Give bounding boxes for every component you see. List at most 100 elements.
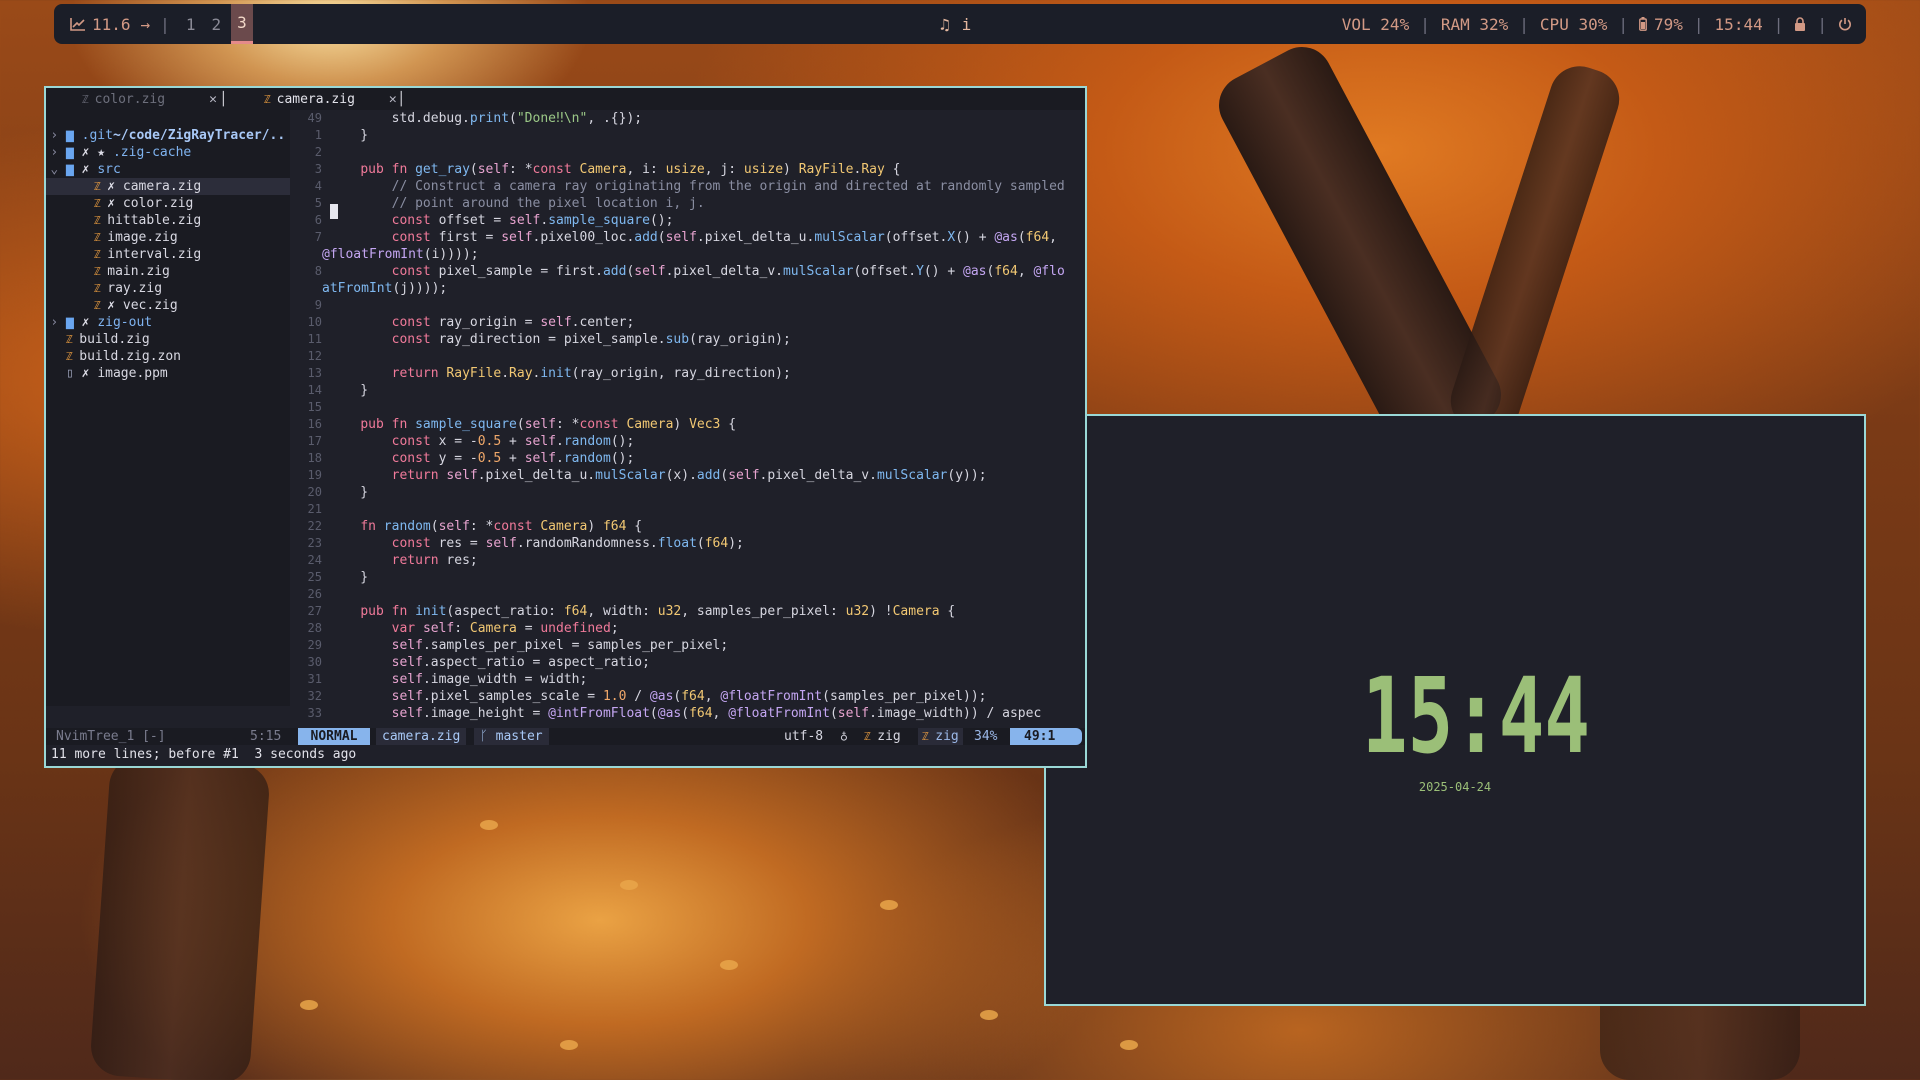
git-status-marks: ✗ <box>107 298 123 313</box>
file-icon: ▯ <box>66 366 82 381</box>
code-line[interactable]: pub fn init(aspect_ratio: f64, width: u3… <box>329 603 955 620</box>
line-number: 12 <box>307 349 322 363</box>
code-line[interactable]: const first = self.pixel00_loc.add(self.… <box>329 229 1057 246</box>
code-line[interactable]: atFromInt(j)))); <box>322 280 447 297</box>
line-number: 3 <box>314 162 322 176</box>
code-area[interactable]: 49 std.debug.print("Done‼\n", .{}); 1 } 2 3… <box>290 110 1085 721</box>
big-clock-text: 15:44 <box>1362 674 1590 768</box>
code-line[interactable]: self.pixel_samples_scale = 1.0 / @as(f64… <box>329 688 987 705</box>
tree-item-name: build.zig <box>79 332 150 347</box>
wallpaper-leaf <box>720 960 738 970</box>
folder-icon: ▆ <box>66 145 82 160</box>
tree-item[interactable]: › ▆ .git <box>46 127 290 144</box>
tab-divider: ▏ <box>400 92 409 107</box>
tree-item[interactable]: ℤ ✗ color.zig <box>46 195 290 212</box>
tree-item[interactable]: ℤ hittable.zig <box>46 212 290 229</box>
code-line[interactable]: return res; <box>329 552 478 569</box>
zig-file-icon: ℤ <box>94 180 108 193</box>
tree-item[interactable]: ℤ ✗ vec.zig <box>46 297 290 314</box>
chevron-down-icon[interactable]: ⌄ <box>50 162 66 177</box>
volume-status[interactable]: VOL 24% <box>1342 15 1409 34</box>
code-line[interactable]: self.image_width = width; <box>329 671 588 688</box>
separator: | <box>1817 14 1827 34</box>
line-number: 25 <box>307 570 322 584</box>
code-line[interactable]: self.image_height = @intFromFloat(@as(f6… <box>329 705 1042 722</box>
code-line[interactable]: const pixel_sample = first.add(self.pixe… <box>329 263 1065 280</box>
wallpaper-tree-trunk <box>1442 58 1628 442</box>
tree-item-name: .zig-cache <box>112 145 192 160</box>
branch-icon: ᚴ <box>480 729 496 744</box>
media-info: i <box>961 14 972 34</box>
line-number: 20 <box>307 485 322 499</box>
tree-item-name: camera.zig <box>122 179 202 194</box>
close-icon[interactable]: ✕ <box>209 92 217 107</box>
zig-file-icon: ℤ <box>864 730 878 743</box>
chevron-right-icon[interactable]: › <box>50 315 66 330</box>
code-line[interactable]: self.aspect_ratio = aspect_ratio; <box>329 654 650 671</box>
code-line[interactable]: return RayFile.Ray.init(ray_origin, ray_… <box>329 365 791 382</box>
lock-icon[interactable] <box>1794 17 1806 31</box>
line-number: 28 <box>307 621 322 635</box>
filetype-label: zig <box>877 729 901 744</box>
workspace-1[interactable]: 1 <box>180 4 202 44</box>
code-line[interactable]: var self: Camera = undefined; <box>329 620 619 637</box>
tree-item[interactable]: ℤ ray.zig <box>46 280 290 297</box>
topbar-left: 11.6 → | 1 2 3 <box>70 4 253 44</box>
tree-indent: › <box>46 127 66 144</box>
code-line[interactable]: // Construct a camera ray originating fr… <box>329 178 1065 195</box>
close-icon[interactable]: ✕ <box>389 92 397 107</box>
topbar-media[interactable]: ♫ i <box>940 4 971 44</box>
tree-item[interactable]: › ▆ ✗ ★ .zig-cache <box>46 144 290 161</box>
line-number: 29 <box>307 638 322 652</box>
workspace-3[interactable]: 3 <box>231 4 253 44</box>
code-line[interactable]: // point around the pixel location i, j. <box>329 195 705 212</box>
code-line[interactable]: } <box>329 569 368 586</box>
code-line[interactable]: const ray_origin = self.center; <box>329 314 635 331</box>
editor-window[interactable]: ℤ color.zig ✕ ▏ ℤ camera.zig ✕ ▏ ~/code/… <box>44 86 1087 768</box>
tree-item[interactable]: ℤ image.zig <box>46 229 290 246</box>
tree-item[interactable]: › ▆ ✗ zig-out <box>46 314 290 331</box>
code-line[interactable]: } <box>329 484 368 501</box>
cursor-position: 49:1 <box>1010 728 1082 745</box>
git-branch: ᚴ master <box>474 728 549 745</box>
code-line[interactable]: const x = -0.5 + self.random(); <box>329 433 635 450</box>
tab-divider: ▏ <box>222 92 231 107</box>
tree-item[interactable]: ⌄ ▆ ✗ src <box>46 161 290 178</box>
wallpaper-leaf <box>620 880 638 890</box>
code-line[interactable]: @floatFromInt(i)))); <box>322 246 479 263</box>
tree-item[interactable]: ℤ ✗ camera.zig <box>46 178 290 195</box>
tab-camera-zig[interactable]: ℤ camera.zig ✕ ▏ <box>264 91 409 108</box>
tree-item[interactable]: ▯ ✗ image.ppm <box>46 365 290 382</box>
tree-item[interactable]: ℤ interval.zig <box>46 246 290 263</box>
tab-color-zig[interactable]: ℤ color.zig ✕ ▏ <box>82 91 231 108</box>
code-line[interactable]: return self.pixel_delta_u.mulScalar(x).a… <box>329 467 987 484</box>
code-line[interactable]: pub fn sample_square(self: *const Camera… <box>329 416 736 433</box>
zig-file-icon: ℤ <box>94 231 108 244</box>
power-icon[interactable] <box>1838 17 1852 31</box>
code-line[interactable]: fn random(self: *const Camera) f64 { <box>329 518 642 535</box>
tree-item[interactable]: ℤ build.zig <box>46 331 290 348</box>
code-line[interactable]: self.samples_per_pixel = samples_per_pix… <box>329 637 729 654</box>
code-line[interactable]: const ray_direction = pixel_sample.sub(r… <box>329 331 791 348</box>
code-line[interactable]: } <box>329 127 368 144</box>
battery-status: 79% <box>1654 14 1683 34</box>
tree-root[interactable]: ~/code/ZigRayTracer/.. <box>66 110 310 143</box>
code-line[interactable]: std.debug.print("Done‼\n", .{}); <box>329 110 643 127</box>
graph-icon <box>70 17 86 31</box>
separator: | <box>1519 14 1529 34</box>
tree-item[interactable]: ℤ build.zig.zon <box>46 348 290 365</box>
linux-icon: ♁ <box>840 729 848 744</box>
chevron-right-icon[interactable]: › <box>50 145 66 160</box>
code-line[interactable]: const res = self.randomRandomness.float(… <box>329 535 744 552</box>
code-line[interactable]: const y = -0.5 + self.random(); <box>329 450 635 467</box>
workspace-2[interactable]: 2 <box>205 4 227 44</box>
code-line[interactable]: const offset = self.sample_square(); <box>329 212 674 229</box>
clock-window[interactable]: 15:44 2025-04-24 <box>1044 414 1866 1006</box>
file-tree[interactable]: ~/code/ZigRayTracer/.. › ▆ .git › ▆ ✗ ★ .… <box>46 110 290 706</box>
chevron-right-icon[interactable]: › <box>50 128 66 143</box>
zig-file-icon: ℤ <box>94 248 108 261</box>
code-line[interactable]: pub fn get_ray(self: *const Camera, i: u… <box>329 161 900 178</box>
line-number: 30 <box>307 655 322 669</box>
code-line[interactable]: } <box>329 382 368 399</box>
tree-item[interactable]: ℤ main.zig <box>46 263 290 280</box>
